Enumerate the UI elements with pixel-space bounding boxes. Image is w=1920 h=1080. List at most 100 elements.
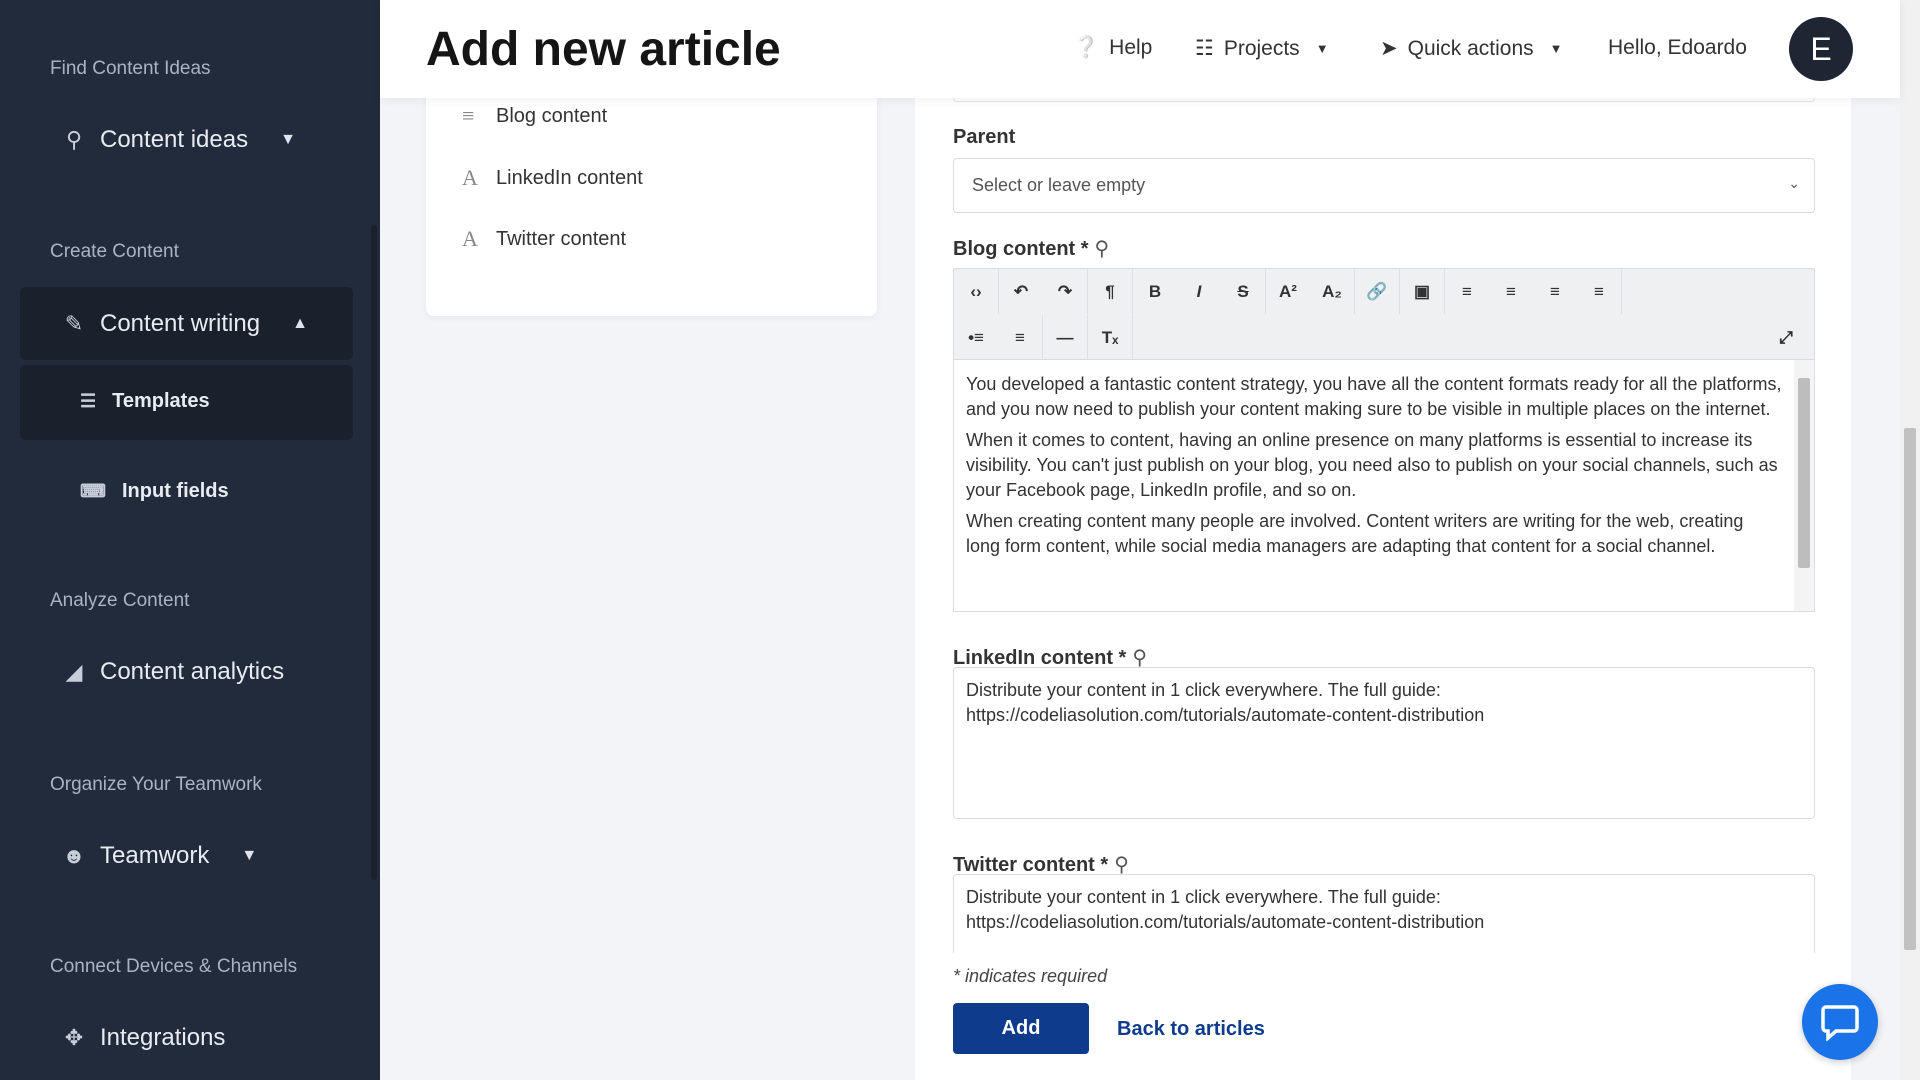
font-icon: A bbox=[462, 165, 478, 190]
horizontal-rule-icon[interactable]: — bbox=[1043, 315, 1087, 360]
fullscreen-icon[interactable]: ⤢ bbox=[1764, 315, 1808, 360]
label: Blog content bbox=[496, 104, 608, 127]
bold-icon[interactable]: B bbox=[1133, 269, 1177, 314]
label: Content writing bbox=[100, 310, 261, 337]
label: Help bbox=[1109, 36, 1153, 59]
lightbulb-icon[interactable]: ⚲ bbox=[1132, 647, 1147, 669]
align-left-icon[interactable]: ≡ bbox=[1445, 269, 1489, 314]
strikethrough-icon[interactable]: S bbox=[1221, 269, 1265, 314]
sidebar-item-input-fields[interactable]: ⌨ Input fields bbox=[80, 480, 229, 503]
label: Content analytics bbox=[100, 658, 285, 685]
undo-icon[interactable]: ↶ bbox=[999, 269, 1043, 314]
label: LinkedIn content bbox=[496, 166, 643, 189]
label: Input fields bbox=[121, 480, 229, 502]
projects-dropdown[interactable]: ☷ Projects ▼ bbox=[1195, 36, 1329, 61]
add-button[interactable]: Add bbox=[953, 1003, 1089, 1054]
pointer-icon: ➤ bbox=[1380, 37, 1398, 60]
blog-content-editor: ‹› ↶ ↷ ¶ BIS A² A₂ 🔗 ▣ ≡ ≡ ≡ ≡ •≡ ≡ — Tₓ ⤢ You… bbox=[953, 268, 1815, 612]
sidebar-item-templates[interactable]: ☰ Templates bbox=[80, 390, 210, 413]
sidebar-item-content-writing[interactable]: ✎ Content writing ▲ bbox=[62, 310, 308, 338]
paragraph: When it comes to content, having an onli… bbox=[966, 430, 1778, 500]
clear-format-icon[interactable]: Tₓ bbox=[1088, 315, 1132, 360]
chat-button[interactable] bbox=[1802, 984, 1878, 1060]
parent-select[interactable]: Select or leave empty ⌄ bbox=[953, 158, 1815, 213]
align-left-icon: ≡ bbox=[462, 103, 475, 128]
page-title: Add new article bbox=[426, 23, 781, 76]
section-organize-teamwork: Organize Your Teamwork bbox=[50, 774, 262, 795]
label: Templates bbox=[112, 390, 210, 412]
italic-icon[interactable]: I bbox=[1177, 269, 1221, 314]
chart-area-icon: ◢ bbox=[65, 659, 83, 684]
label: LinkedIn content * bbox=[953, 647, 1127, 669]
caret-down-icon: ▼ bbox=[1315, 41, 1329, 56]
linkedin-content-textarea[interactable]: Distribute your content in 1 click every… bbox=[953, 667, 1815, 819]
lightbulb-icon[interactable]: ⚲ bbox=[1114, 854, 1129, 876]
sidebar-item-integrations[interactable]: ✥ Integrations bbox=[62, 1024, 226, 1052]
header: Add new article ❔ Help ☷ Projects ▼ ➤ Quick … bbox=[380, 0, 1900, 98]
back-to-articles-link[interactable]: Back to articles bbox=[1117, 1018, 1265, 1041]
editor-scrollbar[interactable] bbox=[1794, 360, 1814, 611]
label: Projects bbox=[1223, 36, 1300, 60]
label: Quick actions bbox=[1407, 36, 1534, 60]
puzzle-icon: ✥ bbox=[64, 1025, 84, 1050]
blog-content-text[interactable]: You developed a fantastic content strate… bbox=[954, 360, 1794, 611]
label: Integrations bbox=[100, 1024, 226, 1051]
users-icon: ☻ bbox=[62, 843, 86, 868]
sidebar: Find Content Ideas ⚲ Content ideas ▼ Creat… bbox=[0, 0, 380, 1080]
align-right-icon[interactable]: ≡ bbox=[1533, 269, 1577, 314]
chat-icon bbox=[1821, 1005, 1859, 1041]
section-create-content: Create Content bbox=[50, 241, 179, 262]
scrollbar-thumb[interactable] bbox=[1798, 378, 1810, 568]
article-form: Parent Select or leave empty ⌄ Blog conte… bbox=[915, 80, 1851, 1080]
label: Blog content * bbox=[953, 238, 1089, 260]
sidebar-scrollbar[interactable] bbox=[371, 225, 377, 880]
parent-label: Parent bbox=[953, 126, 1016, 148]
label: Twitter content bbox=[496, 227, 627, 250]
placeholder: Select or leave empty bbox=[972, 175, 1146, 195]
section-connect-devices: Connect Devices & Channels bbox=[50, 956, 298, 977]
field-item-linkedin[interactable]: A LinkedIn content bbox=[462, 165, 643, 191]
field-item-twitter[interactable]: A Twitter content bbox=[462, 226, 626, 252]
help-link[interactable]: ❔ Help bbox=[1073, 36, 1152, 60]
sitemap-icon: ☷ bbox=[1195, 37, 1214, 60]
label: Twitter content * bbox=[953, 854, 1109, 876]
blog-content-label: Blog content * ⚲ bbox=[953, 236, 1109, 261]
numbered-list-icon[interactable]: ≡ bbox=[998, 315, 1042, 360]
twitter-content-textarea[interactable]: Distribute your content in 1 click every… bbox=[953, 874, 1815, 953]
chevron-down-icon: ⌄ bbox=[1788, 175, 1800, 191]
question-circle-icon: ❔ bbox=[1073, 36, 1100, 59]
quick-actions-dropdown[interactable]: ➤ Quick actions ▼ bbox=[1380, 36, 1563, 61]
redo-icon[interactable]: ↷ bbox=[1043, 269, 1087, 314]
superscript-icon[interactable]: A² bbox=[1266, 269, 1310, 314]
field-item-blog[interactable]: ≡ Blog content bbox=[462, 103, 607, 129]
page-scrollbar[interactable] bbox=[1900, 0, 1920, 1080]
font-icon: A bbox=[462, 226, 478, 251]
paragraph: When creating content many people are in… bbox=[966, 511, 1744, 556]
list-icon: ☰ bbox=[80, 391, 97, 411]
label: Content ideas bbox=[100, 126, 249, 153]
paragraph: You developed a fantastic content strate… bbox=[966, 374, 1782, 419]
edit-icon: ✎ bbox=[64, 311, 84, 336]
sidebar-item-content-ideas[interactable]: ⚲ Content ideas ▼ bbox=[62, 126, 296, 154]
caret-down-icon: ▼ bbox=[241, 847, 258, 864]
sidebar-item-content-analytics[interactable]: ◢ Content analytics bbox=[62, 658, 285, 686]
required-note: * indicates required bbox=[953, 966, 1108, 986]
align-justify-icon[interactable]: ≡ bbox=[1577, 269, 1621, 314]
caret-down-icon: ▼ bbox=[280, 131, 296, 148]
sidebar-item-teamwork[interactable]: ☻ Teamwork ▼ bbox=[62, 842, 257, 870]
keyboard-icon: ⌨ bbox=[80, 481, 106, 501]
code-view-icon[interactable]: ‹› bbox=[954, 269, 998, 314]
avatar[interactable]: E bbox=[1789, 17, 1853, 81]
label: Teamwork bbox=[100, 842, 210, 869]
scrollbar-thumb[interactable] bbox=[1904, 428, 1916, 950]
image-icon[interactable]: ▣ bbox=[1400, 269, 1444, 314]
section-find-content-ideas: Find Content Ideas bbox=[50, 58, 211, 79]
paragraph-icon[interactable]: ¶ bbox=[1088, 269, 1132, 314]
caret-up-icon: ▲ bbox=[292, 315, 308, 332]
subscript-icon[interactable]: A₂ bbox=[1310, 269, 1354, 314]
lightbulb-icon[interactable]: ⚲ bbox=[1095, 238, 1110, 260]
align-center-icon[interactable]: ≡ bbox=[1489, 269, 1533, 314]
link-icon[interactable]: 🔗 bbox=[1355, 269, 1399, 314]
bullet-list-icon[interactable]: •≡ bbox=[954, 315, 998, 360]
section-analyze-content: Analyze Content bbox=[50, 590, 190, 611]
